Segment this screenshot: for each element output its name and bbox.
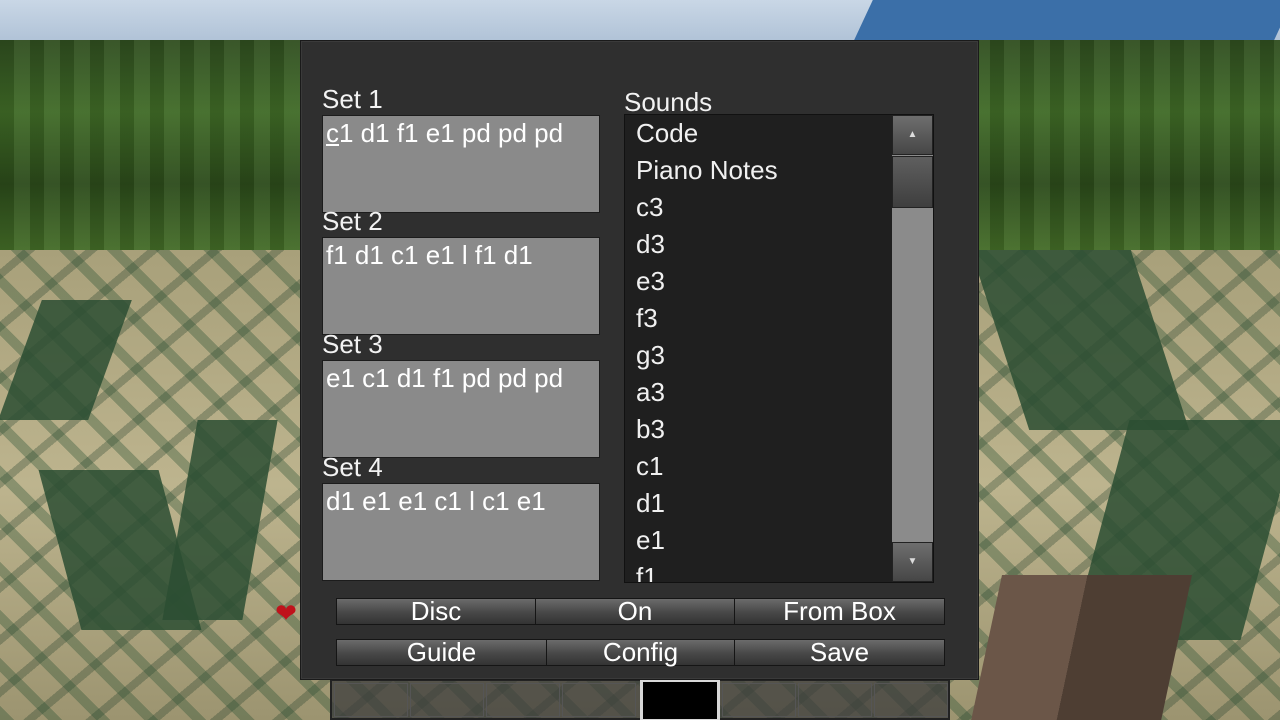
hotbar xyxy=(330,679,950,720)
config-button[interactable]: Config xyxy=(546,639,735,666)
set-3-label: Set 3 xyxy=(322,329,383,359)
hotbar-slot[interactable] xyxy=(874,683,948,717)
from-box-button[interactable]: From Box xyxy=(734,598,945,625)
set-1-label: Set 1 xyxy=(322,84,383,114)
sound-item[interactable]: c3 xyxy=(636,192,663,222)
hotbar-slot[interactable] xyxy=(486,683,560,717)
player-arm xyxy=(967,575,1193,720)
hotbar-slot[interactable] xyxy=(798,683,872,717)
set-2-label: Set 2 xyxy=(322,206,383,236)
set-1-value: 1 d1 f1 e1 pd pd pd xyxy=(339,118,564,148)
scroll-thumb[interactable] xyxy=(892,156,933,208)
set-2-input[interactable]: f1 d1 c1 e1 l f1 d1 xyxy=(322,237,600,335)
save-button[interactable]: Save xyxy=(734,639,945,666)
set-3-input[interactable]: e1 c1 d1 f1 pd pd pd xyxy=(322,360,600,458)
sound-item[interactable]: g3 xyxy=(636,340,665,370)
sound-item[interactable]: a3 xyxy=(636,377,665,407)
sounds-label: Sounds xyxy=(624,87,713,117)
sound-item-code[interactable]: Code xyxy=(636,118,698,148)
sounds-scrollbar[interactable]: ▲ ▼ xyxy=(892,115,933,582)
hotbar-selected-slot[interactable] xyxy=(640,679,720,720)
sound-item[interactable]: e3 xyxy=(636,266,665,296)
sound-item-piano-notes[interactable]: Piano Notes xyxy=(636,155,778,185)
hotbar-slot[interactable] xyxy=(410,683,484,717)
set-4-label: Set 4 xyxy=(322,452,383,482)
sound-item[interactable]: f1 xyxy=(636,562,658,582)
sound-item[interactable]: e1 xyxy=(636,525,665,555)
hotbar-slot[interactable] xyxy=(334,683,408,717)
guide-button[interactable]: Guide xyxy=(336,639,547,666)
set-4-input[interactable]: d1 e1 e1 c1 l c1 e1 xyxy=(322,483,600,581)
scroll-down-button[interactable]: ▼ xyxy=(892,542,933,582)
text-cursor-char: c xyxy=(326,118,339,148)
disc-button[interactable]: Disc xyxy=(336,598,536,625)
triangle-down-icon: ▼ xyxy=(907,556,918,567)
sound-item[interactable]: b3 xyxy=(636,414,665,444)
on-button[interactable]: On xyxy=(535,598,735,625)
heart-icon: ❤ xyxy=(275,598,297,628)
sound-item[interactable]: d3 xyxy=(636,229,665,259)
scroll-up-button[interactable]: ▲ xyxy=(892,115,933,155)
sound-item[interactable]: d1 xyxy=(636,488,665,518)
sound-item[interactable]: f3 xyxy=(636,303,658,333)
triangle-up-icon: ▲ xyxy=(907,129,918,140)
sounds-list[interactable]: Code Piano Notes c3 d3 e3 f3 g3 a3 b3 c1… xyxy=(624,114,934,583)
sound-item[interactable]: c1 xyxy=(636,451,663,481)
hotbar-slot[interactable] xyxy=(722,683,796,717)
set-1-input[interactable]: c1 d1 f1 e1 pd pd pd xyxy=(322,115,600,213)
note-block-dialog: Set 1 c1 d1 f1 e1 pd pd pd Set 2 f1 d1 c… xyxy=(300,40,979,680)
hotbar-slot[interactable] xyxy=(562,683,636,717)
